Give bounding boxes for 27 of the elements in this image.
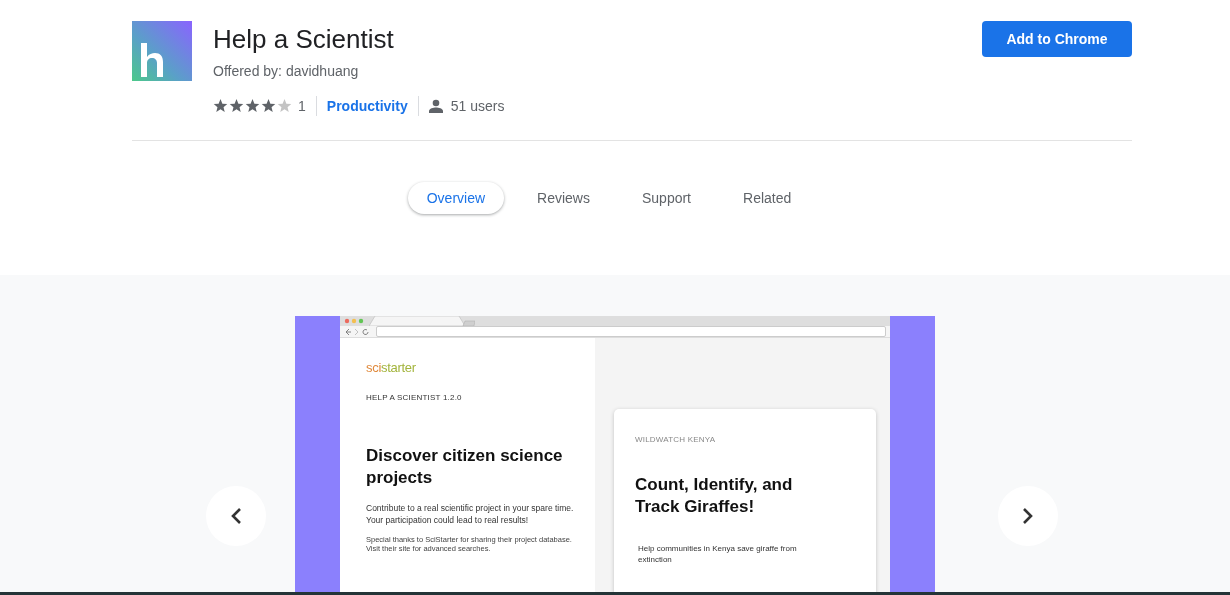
project-heading: Count, Identify, and Track Giraffes! (635, 474, 794, 518)
tab[interactable]: Support (622, 182, 710, 214)
window-controls-icon (344, 317, 366, 325)
star-icon (229, 99, 244, 113)
browser-nav-icon (344, 327, 372, 336)
add-to-chrome-button[interactable]: Add to Chrome (982, 21, 1132, 57)
user-count: 51 users (450, 98, 505, 114)
intro-text: Contribute to a real scientific project in your spare time. Your participation could lead to real results! (366, 502, 575, 526)
star-icon (261, 99, 276, 113)
offered-by: Offered by: davidhuang (213, 63, 360, 79)
heading: Discover citizen science projects (366, 445, 564, 489)
version-label: HELP A SCIENTIST 1.2.0 (366, 393, 463, 402)
rating-count: 1 (298, 98, 306, 114)
extension-title: Help a Scientist (213, 23, 395, 56)
tab[interactable]: Related (724, 182, 811, 214)
project-label: WILDWATCH KENYA (635, 435, 717, 444)
chevron-right-icon (1022, 507, 1034, 525)
star-icon (277, 99, 292, 113)
scistarter-logo: scistarter (366, 360, 417, 375)
star-icon (245, 99, 260, 113)
star-icon (213, 99, 228, 113)
project-text: Help communities in Kenya save giraffe from extinction (637, 543, 798, 565)
tab[interactable]: Overview (407, 182, 505, 214)
chevron-left-icon (230, 507, 242, 525)
tab[interactable]: Reviews (518, 182, 609, 214)
category-link[interactable]: Productivity (326, 98, 408, 114)
user-icon (428, 99, 443, 113)
